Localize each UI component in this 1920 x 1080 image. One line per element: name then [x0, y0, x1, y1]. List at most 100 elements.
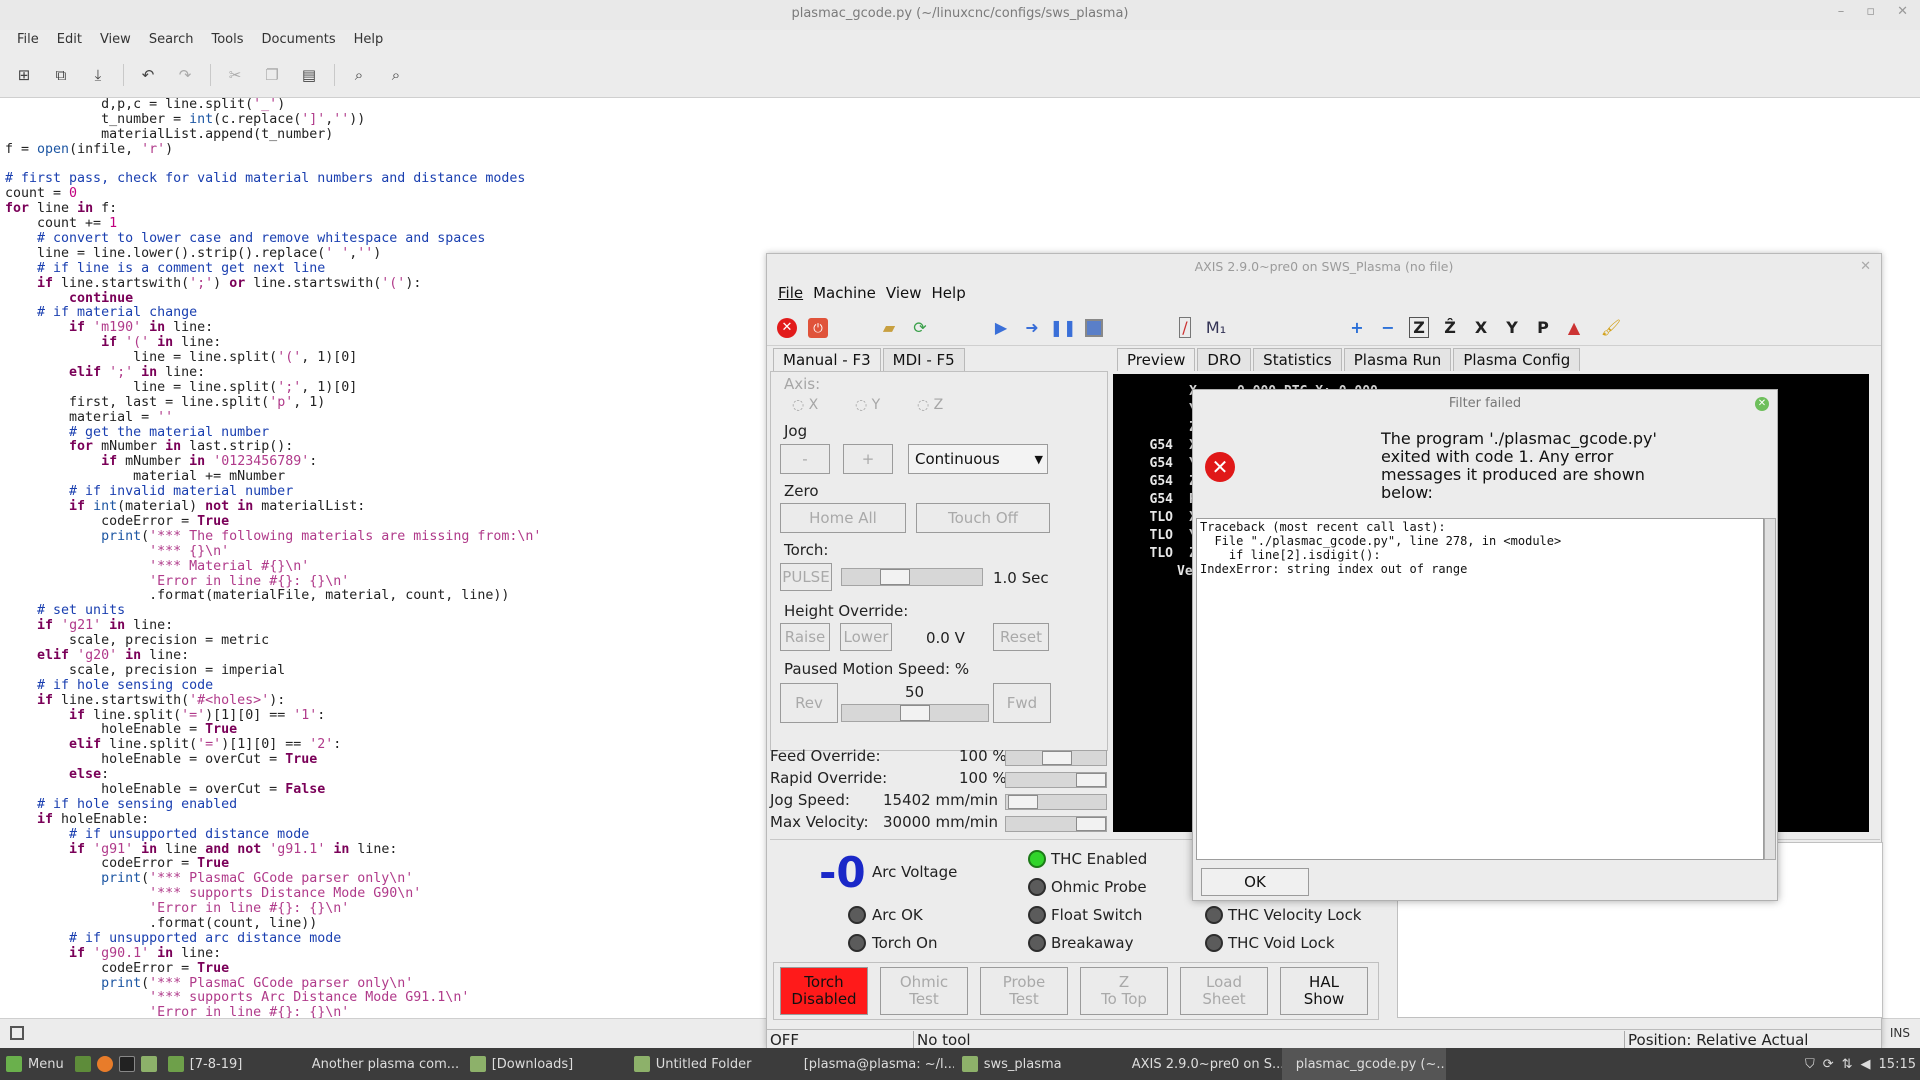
rev-button[interactable]: Rev: [780, 683, 838, 723]
rapid-override-slider[interactable]: [1005, 772, 1107, 788]
user-button[interactable]: HAL Show: [1280, 967, 1368, 1015]
raise-button[interactable]: Raise: [780, 623, 830, 651]
slider-knob[interactable]: [900, 705, 930, 721]
view-p-icon[interactable]: P: [1529, 314, 1557, 342]
save-icon[interactable]: ⤓: [86, 63, 110, 87]
jog-mode-select[interactable]: Continuous ▼: [908, 444, 1048, 474]
step-icon[interactable]: ➜: [1018, 314, 1046, 342]
menu-search[interactable]: Search: [140, 30, 203, 52]
menu-view[interactable]: View: [91, 30, 140, 52]
axis-menu-view[interactable]: View: [881, 284, 927, 302]
menu-file[interactable]: File: [8, 30, 48, 52]
axis-menu-help[interactable]: Help: [927, 284, 971, 302]
home-all-button[interactable]: Home All: [780, 503, 906, 533]
taskbar-window-button[interactable]: Another plasma com...: [298, 1048, 462, 1080]
zoom-in-icon[interactable]: +: [1343, 314, 1371, 342]
jog-speed-slider[interactable]: [1005, 794, 1107, 810]
new-file-icon[interactable]: ⊞: [12, 63, 36, 87]
feed-override-slider[interactable]: [1005, 750, 1107, 766]
rotate-view-icon[interactable]: ▲: [1560, 314, 1588, 342]
paste-icon[interactable]: ▤: [297, 63, 321, 87]
minimize-icon[interactable]: –: [1838, 4, 1845, 19]
tab-preview[interactable]: Preview: [1117, 348, 1196, 371]
axis-close-icon[interactable]: ✕: [1860, 254, 1871, 280]
view-z2-icon[interactable]: Ẑ: [1436, 314, 1464, 342]
menu-documents[interactable]: Documents: [253, 30, 345, 52]
tab-statistics[interactable]: Statistics: [1253, 348, 1342, 371]
start-menu-button[interactable]: Menu: [0, 1048, 72, 1080]
axis-menu-machine[interactable]: Machine: [808, 284, 881, 302]
slider-knob[interactable]: [1008, 795, 1038, 809]
view-x-icon[interactable]: X: [1467, 314, 1495, 342]
ok-button[interactable]: OK: [1201, 868, 1309, 896]
lower-button[interactable]: Lower: [840, 623, 892, 651]
pulse-button[interactable]: PULSE: [780, 563, 832, 591]
launcher-terminal[interactable]: [116, 1048, 138, 1080]
jog-minus-button[interactable]: -: [780, 444, 830, 474]
undo-icon[interactable]: ↶: [136, 63, 160, 87]
launcher-files[interactable]: [72, 1048, 94, 1080]
axis-radio-x[interactable]: ◌ X: [792, 397, 818, 413]
slider-knob[interactable]: [1076, 817, 1106, 831]
open-folder-icon[interactable]: ▰: [875, 314, 903, 342]
launcher-folder[interactable]: [138, 1048, 160, 1080]
redo-icon[interactable]: ↷: [173, 63, 197, 87]
slider-knob[interactable]: [1076, 773, 1106, 787]
view-z-icon[interactable]: Z: [1405, 314, 1433, 342]
tab-plasma-run[interactable]: Plasma Run: [1343, 348, 1452, 371]
axis-radio-z[interactable]: ◌ Z: [917, 397, 943, 413]
taskbar-window-button[interactable]: [Downloads]: [462, 1048, 626, 1080]
taskbar-window-button[interactable]: Untitled Folder: [626, 1048, 790, 1080]
slider-knob[interactable]: [1042, 751, 1072, 765]
network-icon[interactable]: ⇅: [1842, 1057, 1853, 1072]
shield-icon[interactable]: ⛉: [1805, 1057, 1815, 1072]
stop-icon[interactable]: [1080, 314, 1108, 342]
user-button[interactable]: Z To Top: [1080, 967, 1168, 1015]
taskbar-window-button[interactable]: plasmac_gcode.py (~...: [1281, 1048, 1446, 1080]
reload-icon[interactable]: ⟳: [906, 314, 934, 342]
clear-plot-icon[interactable]: 🖌: [1597, 314, 1625, 342]
jog-plus-button[interactable]: +: [843, 444, 893, 474]
tab-dro[interactable]: DRO: [1197, 348, 1252, 371]
tab-mdi[interactable]: MDI - F5: [882, 348, 965, 371]
close-icon[interactable]: ✕: [1897, 4, 1908, 19]
paused-speed-slider[interactable]: [841, 704, 989, 722]
axis-menu-file[interactable]: File: [773, 284, 808, 302]
touch-off-button[interactable]: Touch Off: [916, 503, 1050, 533]
cut-icon[interactable]: ✂: [223, 63, 247, 87]
menu-tools[interactable]: Tools: [202, 30, 252, 52]
user-button[interactable]: Probe Test: [980, 967, 1068, 1015]
dialog-scrollbar[interactable]: [1764, 518, 1776, 860]
replace-icon[interactable]: ⌕: [384, 63, 408, 87]
run-icon[interactable]: ▶: [987, 314, 1015, 342]
menu-edit[interactable]: Edit: [48, 30, 91, 52]
block-delete-icon[interactable]: /: [1171, 314, 1199, 342]
side-panel-icon[interactable]: [10, 1026, 24, 1040]
dialog-close-icon[interactable]: ✕: [1755, 397, 1769, 411]
view-y-icon[interactable]: Y: [1498, 314, 1526, 342]
tab-manual[interactable]: Manual - F3: [773, 348, 881, 371]
machine-power-icon[interactable]: ⏻: [804, 314, 832, 342]
pause-icon[interactable]: ❚❚: [1049, 314, 1077, 342]
max-velocity-slider[interactable]: [1005, 816, 1107, 832]
estop-icon[interactable]: ✕: [773, 314, 801, 342]
volume-icon[interactable]: ◀: [1861, 1057, 1871, 1072]
menu-help[interactable]: Help: [345, 30, 393, 52]
open-file-icon[interactable]: ⧉: [49, 63, 73, 87]
zoom-out-icon[interactable]: −: [1374, 314, 1402, 342]
tab-plasma-config[interactable]: Plasma Config: [1453, 348, 1581, 371]
maximize-icon[interactable]: ▫: [1866, 4, 1875, 19]
find-icon[interactable]: ⌕: [347, 63, 371, 87]
taskbar-window-button[interactable]: sws_plasma: [954, 1048, 1118, 1080]
taskbar-window-button[interactable]: [7-8-19]: [160, 1048, 298, 1080]
user-button[interactable]: Load Sheet: [1180, 967, 1268, 1015]
slider-knob[interactable]: [880, 569, 910, 585]
taskbar-window-button[interactable]: [plasma@plasma: ~/l...: [790, 1048, 954, 1080]
copy-icon[interactable]: ❐: [260, 63, 284, 87]
update-icon[interactable]: ⟳: [1823, 1057, 1834, 1072]
dialog-output-text[interactable]: Traceback (most recent call last): File …: [1196, 518, 1764, 860]
taskbar-window-button[interactable]: AXIS 2.9.0~pre0 on S...: [1118, 1048, 1282, 1080]
launcher-firefox[interactable]: [94, 1048, 116, 1080]
user-button[interactable]: Ohmic Test: [880, 967, 968, 1015]
reset-button[interactable]: Reset: [993, 623, 1049, 651]
